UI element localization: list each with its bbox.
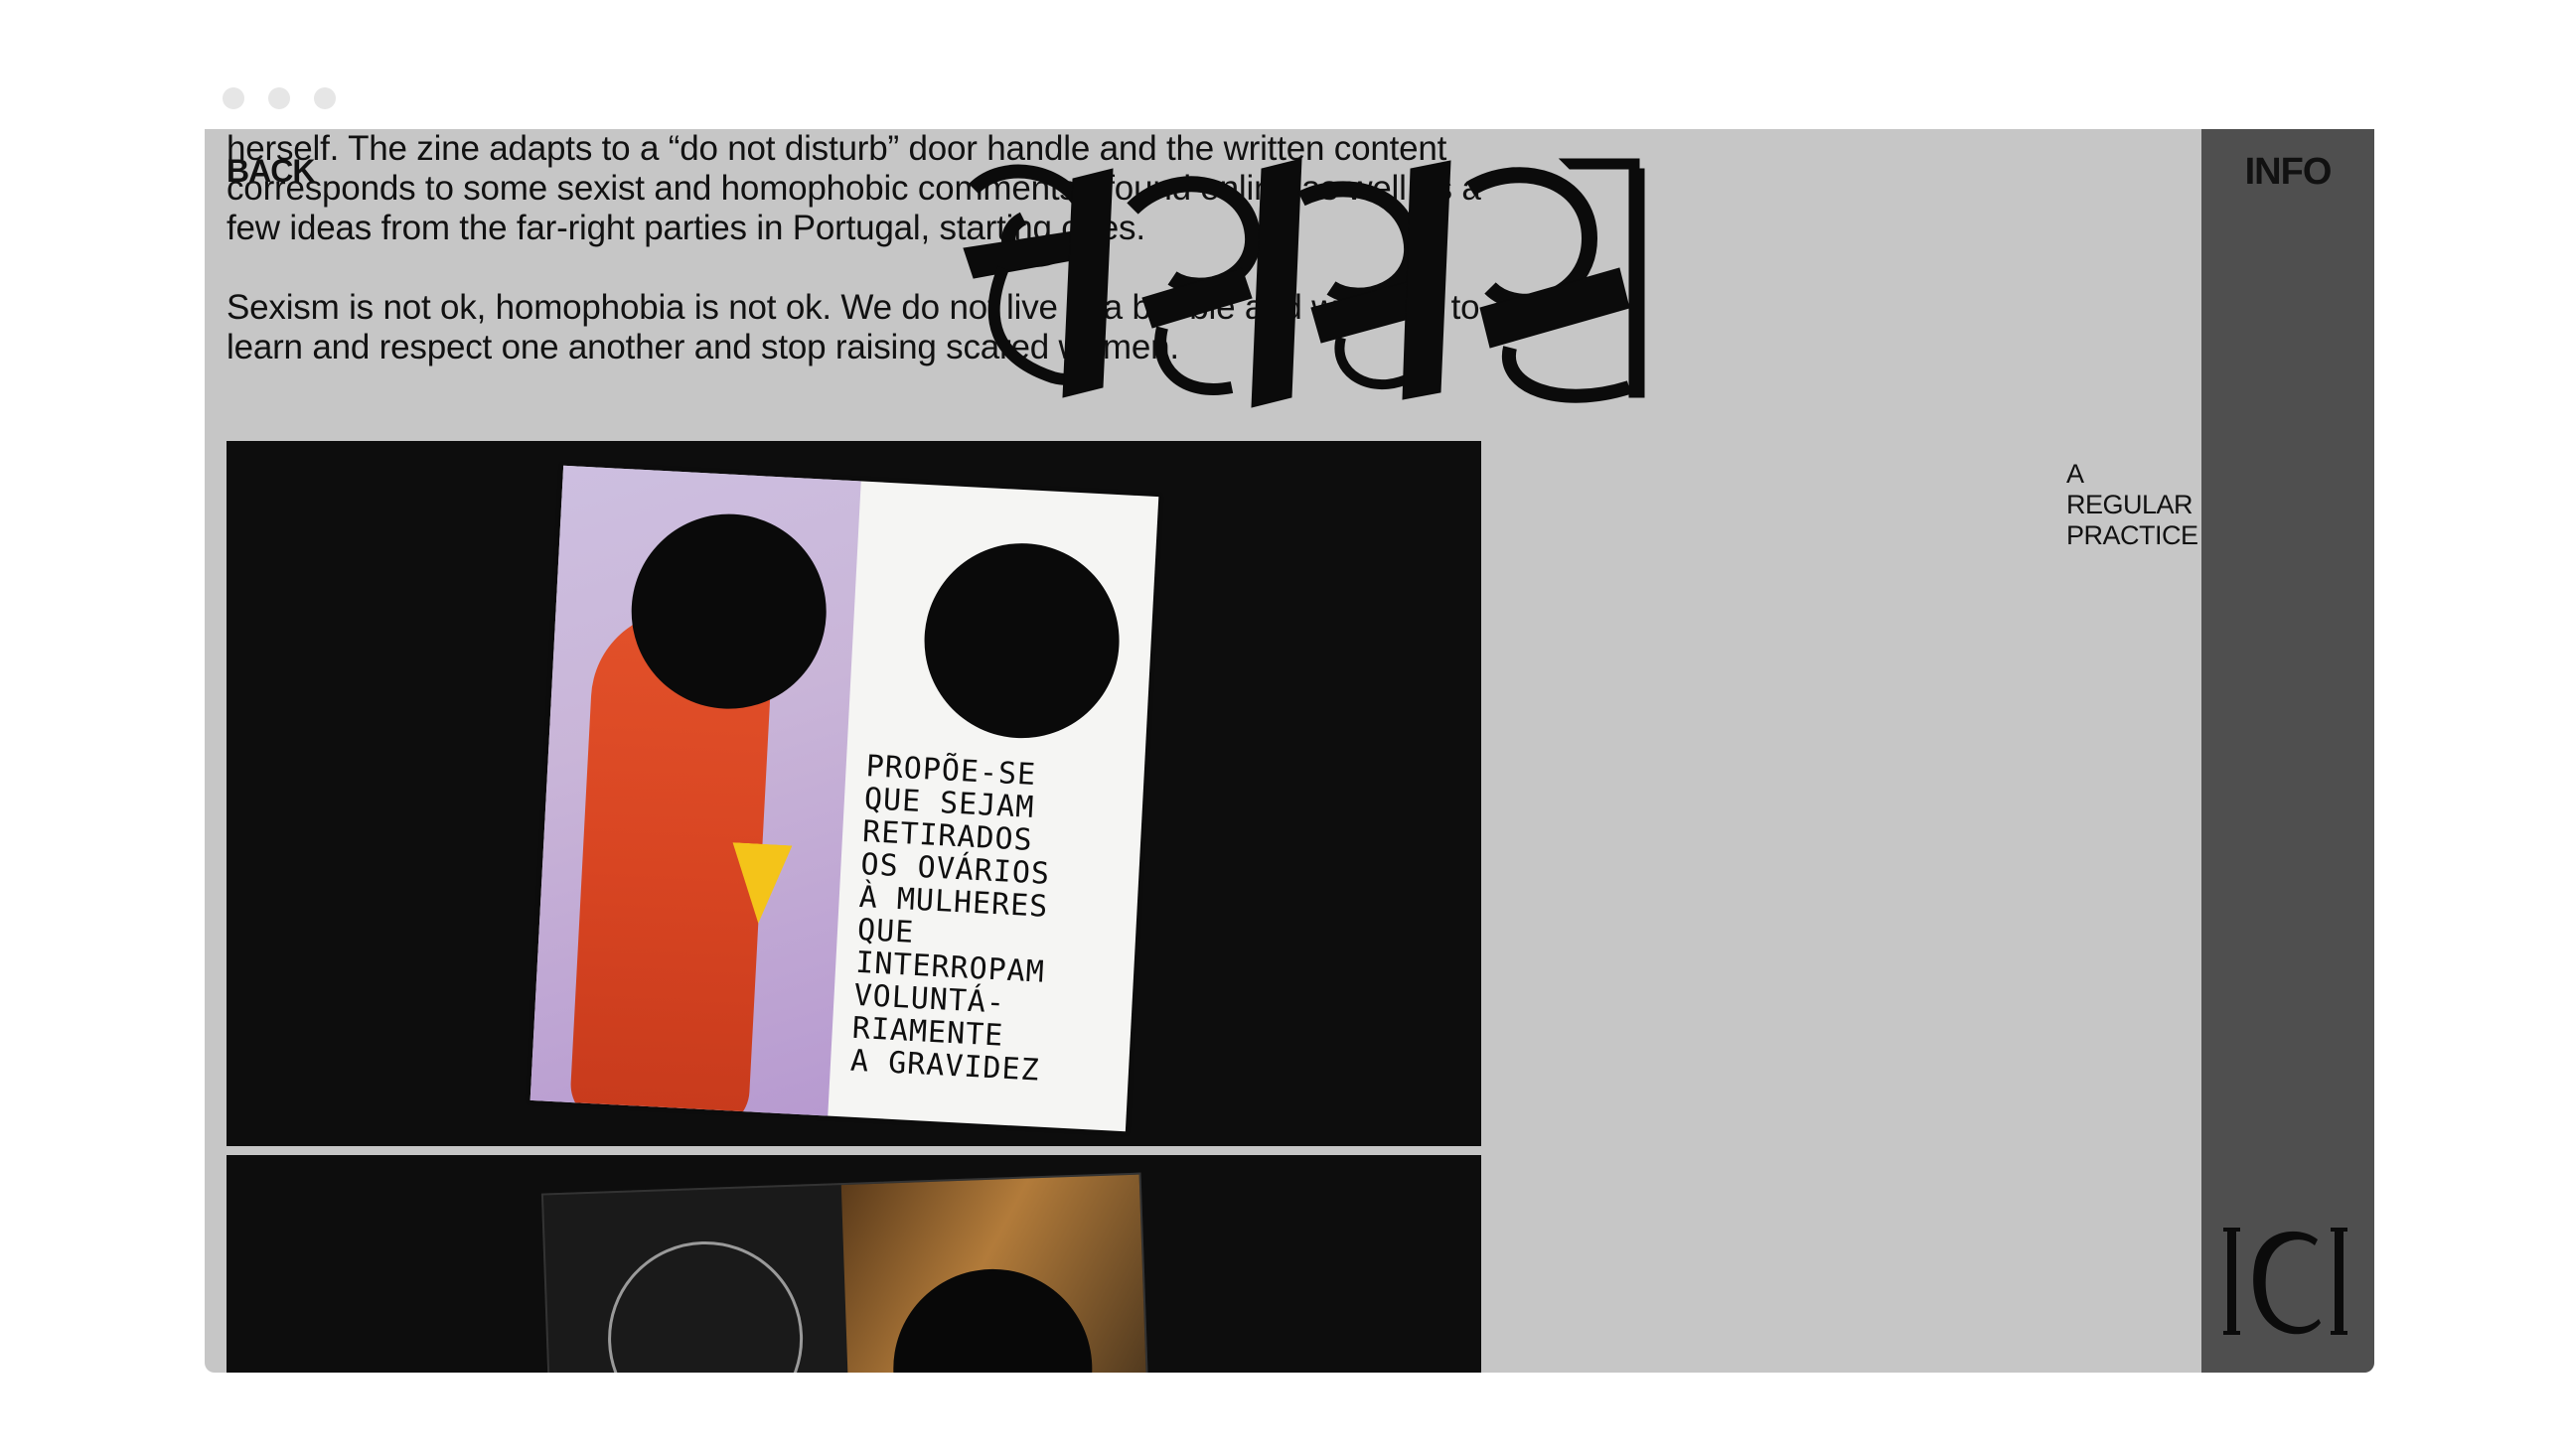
project-image-1: PROPÕE-SE QUE SEJAM RETIRADOS OS OVÁRIOS…: [227, 441, 1481, 1146]
logo-tagline: A REGULAR PRACTICE: [2066, 459, 2198, 550]
zine-text: PROPÕE-SE QUE SEJAM RETIRADOS OS OVÁRIOS…: [849, 749, 1051, 1089]
window-dot-minimize[interactable]: [268, 87, 290, 109]
app-window: herself. The zine adapts to a “do not di…: [205, 129, 2374, 1373]
glyph-logo-icon: [963, 158, 1645, 408]
back-link[interactable]: BACK: [227, 153, 315, 190]
info-link[interactable]: INFO: [2201, 151, 2374, 194]
window-dot-maximize[interactable]: [314, 87, 336, 109]
info-sidebar: INFO: [2201, 129, 2374, 1373]
window-dot-close[interactable]: [223, 87, 244, 109]
zine-door-hanger: PROPÕE-SE QUE SEJAM RETIRADOS OS OVÁRIOS…: [529, 465, 1159, 1132]
window-controls: [223, 87, 336, 109]
door-handle-hole-right: [919, 538, 1125, 744]
project-image-2: [227, 1155, 1481, 1373]
site-logo[interactable]: A REGULAR PRACTICE: [944, 149, 2198, 550]
ici-logo-icon[interactable]: [2223, 1222, 2352, 1341]
zine-second-view: [540, 1172, 1152, 1373]
cut-circle-outline: [604, 1238, 807, 1373]
